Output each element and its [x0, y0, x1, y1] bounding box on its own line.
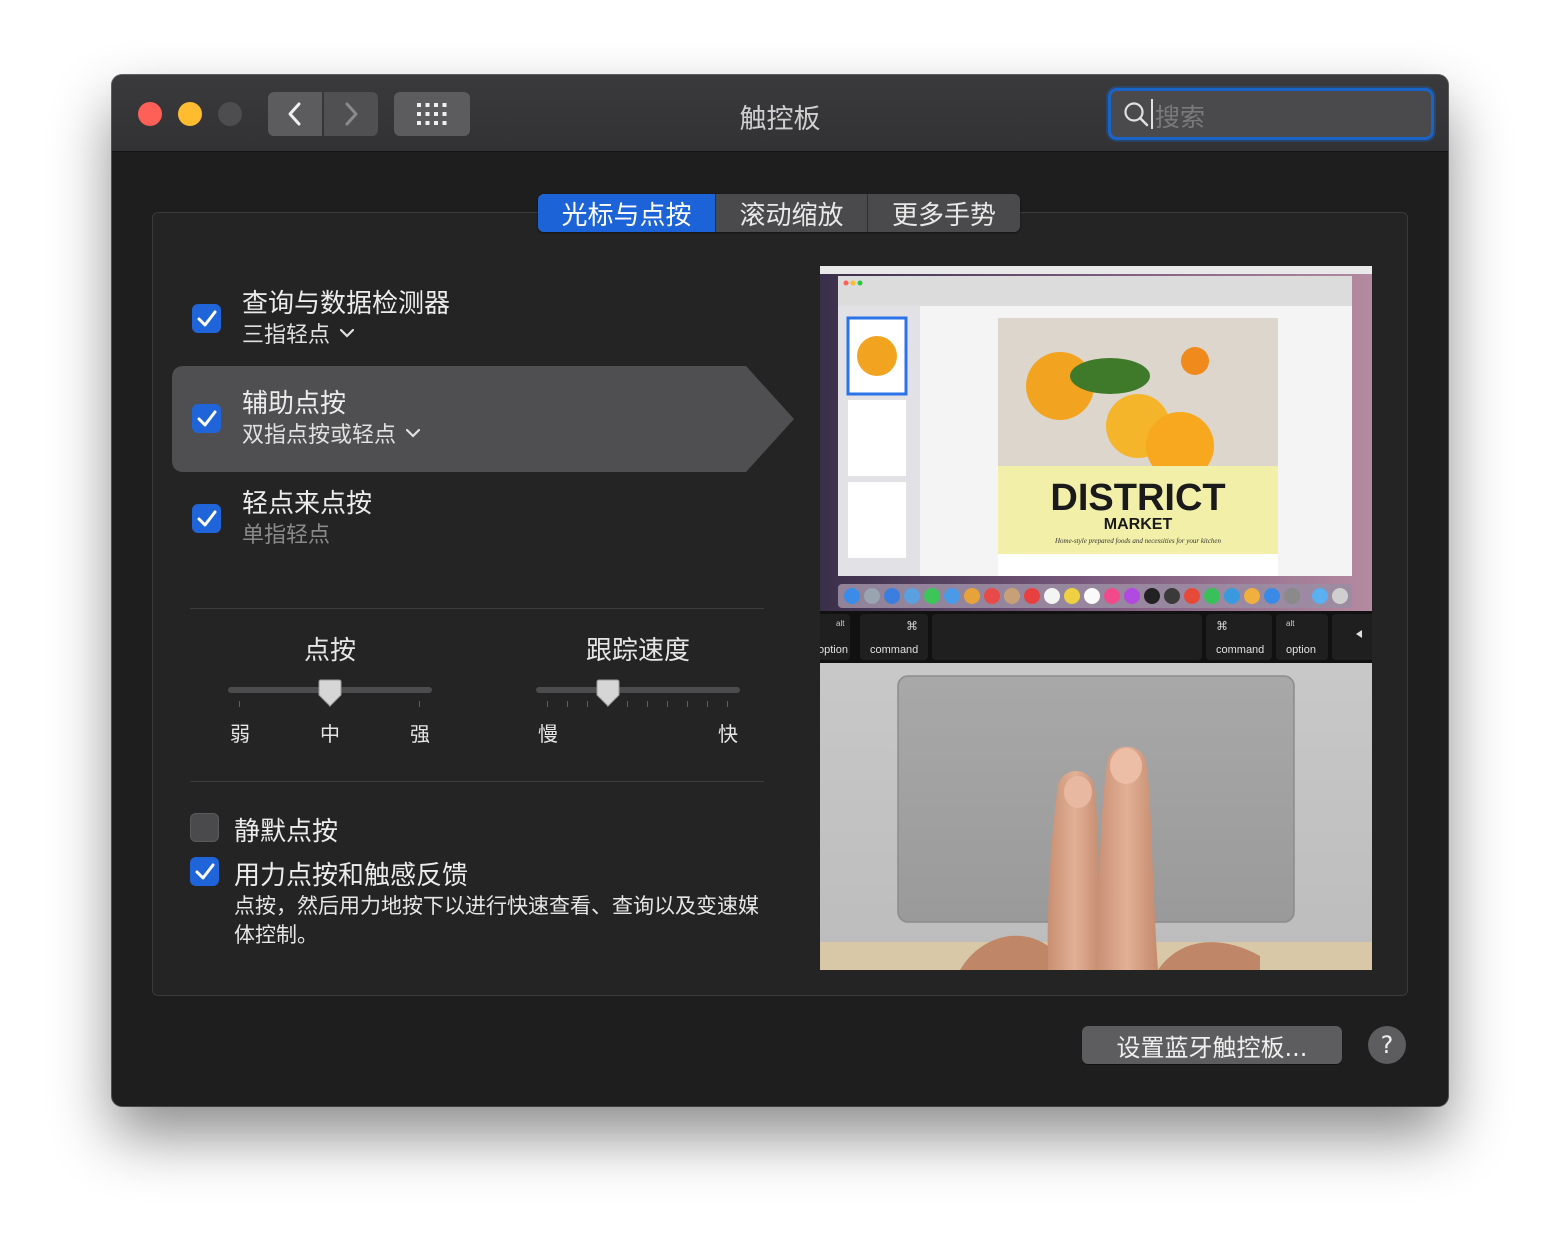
divider [190, 781, 764, 782]
secondary-click-title: 辅助点按 [242, 389, 347, 419]
key-option-left: option [820, 644, 848, 656]
force-click-label: 用力点按和触感反馈 [234, 861, 469, 891]
tracking-slider-track[interactable] [536, 687, 740, 693]
key-alt-left-mod: alt [836, 619, 845, 628]
secondary-click-gesture-menu[interactable]: 双指点按或轻点 [242, 417, 421, 449]
slider-tick [707, 701, 708, 707]
lookup-gesture-menu[interactable]: 三指轻点 [242, 317, 355, 349]
slider-tick [687, 701, 688, 707]
click-label-light: 弱 [230, 722, 250, 746]
checkmark-icon [197, 410, 216, 426]
slider-tick [587, 701, 588, 707]
preview-doc-title: DISTRICT [1050, 477, 1225, 519]
tab-more-gestures[interactable]: 更多手势 [868, 194, 1020, 232]
secondary-click-gesture-label: 双指点按或轻点 [242, 423, 397, 448]
preview-illustration: DISTRICT MARKET Home-style prepared food… [820, 266, 1372, 970]
slider-tick [627, 701, 628, 707]
checkmark-icon [197, 310, 216, 326]
title-bar: 触控板 搜索 [112, 75, 1448, 152]
preferences-window: 触控板 搜索 光标与点按 滚动缩放 更多手势 查询与数据检测器 三指轻点 辅助点… [112, 75, 1448, 1106]
checkmark-icon [195, 863, 214, 879]
lookup-checkbox[interactable] [192, 304, 221, 333]
checkmark-icon [197, 510, 216, 526]
help-button[interactable]: ? [1368, 1026, 1406, 1064]
text-caret [1151, 99, 1153, 129]
tap-to-click-gesture-label: 单指轻点 [242, 523, 331, 548]
slider-tick [567, 701, 568, 707]
silent-click-label: 静默点按 [234, 817, 339, 847]
search-placeholder: 搜索 [1155, 103, 1206, 132]
silent-click-checkbox[interactable] [190, 813, 219, 842]
key-command-right-mod: ⌘ [1216, 619, 1228, 633]
click-slider-thumb[interactable] [318, 679, 342, 707]
chevron-down-icon [340, 328, 355, 338]
preview-doc-subtitle: MARKET [1104, 516, 1173, 533]
chevron-down-icon [406, 428, 421, 438]
gesture-preview-video: DISTRICT MARKET Home-style prepared food… [820, 266, 1372, 970]
slider-tick [647, 701, 648, 707]
slider-tick [239, 701, 240, 707]
force-click-description: 点按，然后用力地按下以进行快速查看、查询以及变速媒体控制。 [234, 894, 759, 947]
click-label-medium: 中 [320, 722, 340, 746]
preview-doc-tagline: Home-style prepared foods and necessitie… [1054, 537, 1222, 545]
tab-point-click[interactable]: 光标与点按 [538, 194, 716, 232]
slider-tick [419, 701, 420, 707]
click-label-firm: 强 [410, 722, 430, 746]
key-command-left: command [870, 644, 918, 656]
slider-tick [667, 701, 668, 707]
key-command-left-mod: ⌘ [906, 619, 918, 633]
tab-scroll-zoom[interactable]: 滚动缩放 [716, 194, 868, 232]
slider-tick [727, 701, 728, 707]
tracking-slider-thumb[interactable] [596, 679, 620, 707]
tracking-label-slow: 慢 [538, 722, 558, 746]
divider [190, 608, 764, 609]
tap-to-click-checkbox[interactable] [192, 504, 221, 533]
tracking-label-fast: 快 [718, 722, 738, 746]
key-alt-right-mod: alt [1286, 619, 1295, 628]
tracking-slider-title: 跟踪速度 [585, 636, 690, 666]
key-option-right: option [1286, 644, 1316, 656]
force-click-checkbox[interactable] [190, 857, 219, 886]
search-icon [1124, 102, 1149, 127]
lookup-gesture-label: 三指轻点 [242, 323, 331, 348]
tap-to-click-title: 轻点来点按 [242, 489, 373, 519]
search-field[interactable]: 搜索 [1108, 88, 1434, 140]
key-command-right: command [1216, 644, 1264, 656]
lookup-title: 查询与数据检测器 [242, 289, 451, 319]
secondary-click-checkbox[interactable] [192, 404, 221, 433]
tab-bar: 光标与点按 滚动缩放 更多手势 [538, 194, 1020, 232]
slider-tick [547, 701, 548, 707]
setup-bluetooth-trackpad-button[interactable]: 设置蓝牙触控板... [1082, 1026, 1342, 1064]
click-slider-title: 点按 [303, 636, 356, 666]
